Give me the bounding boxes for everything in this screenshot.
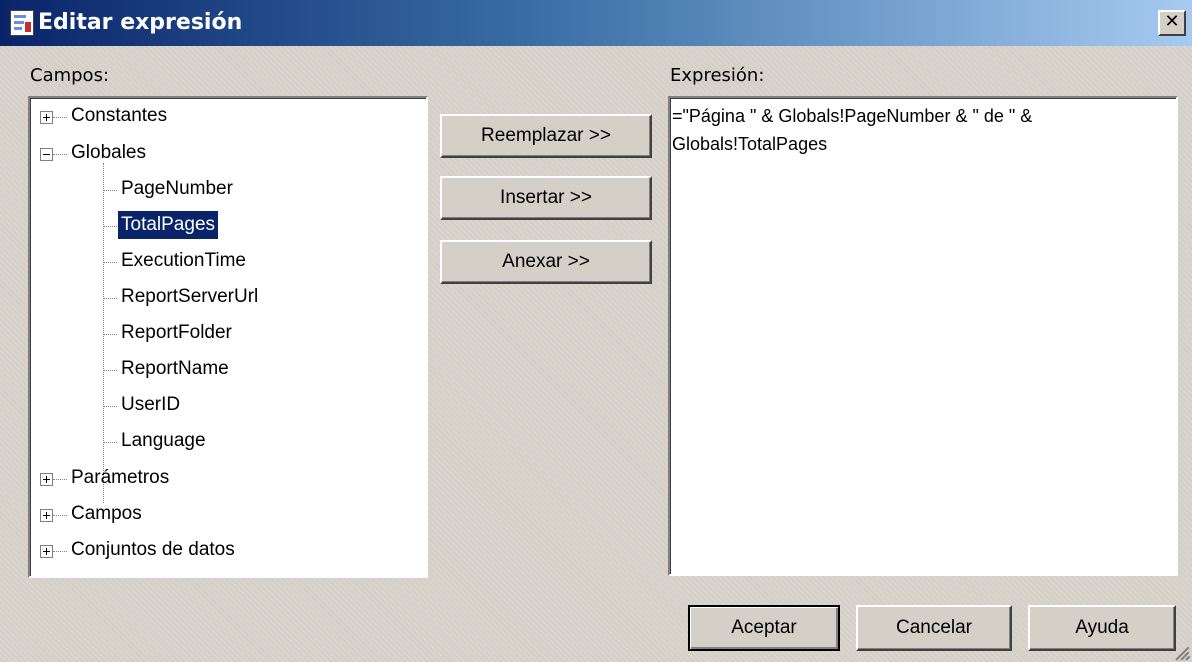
expression-label: Expresión: [670, 65, 765, 86]
fields-tree[interactable]: Constantes Globales PageNumber TotalPage… [28, 96, 428, 578]
plus-icon[interactable] [40, 545, 53, 558]
plus-icon[interactable] [40, 509, 53, 522]
tree-node-userid[interactable]: UserID [118, 391, 183, 419]
report-icon [10, 10, 34, 36]
tree-node-campos[interactable]: Campos [68, 500, 145, 528]
expression-value: ="Página " & Globals!PageNumber & " de "… [672, 106, 1033, 154]
append-button[interactable]: Anexar >> [440, 240, 652, 284]
plus-icon[interactable] [40, 473, 53, 486]
insert-button[interactable]: Insertar >> [440, 176, 652, 220]
cancel-button[interactable]: Cancelar [856, 605, 1012, 651]
plus-icon[interactable] [40, 111, 53, 124]
help-button[interactable]: Ayuda [1028, 605, 1176, 651]
tree-node-conjuntos[interactable]: Conjuntos de datos [68, 536, 238, 564]
tree-node-language[interactable]: Language [118, 427, 209, 455]
tree-node-executiontime[interactable]: ExecutionTime [118, 247, 249, 275]
minus-icon[interactable] [40, 148, 53, 161]
tree-node-constantes[interactable]: Constantes [68, 102, 170, 130]
expression-textarea[interactable]: ="Página " & Globals!PageNumber & " de "… [668, 96, 1178, 576]
resize-grip-icon[interactable] [1172, 642, 1191, 661]
ok-button[interactable]: Aceptar [688, 605, 840, 651]
close-button[interactable]: ✕ [1158, 10, 1186, 36]
fields-label: Campos: [30, 65, 110, 86]
tree-node-totalpages[interactable]: TotalPages [118, 211, 219, 239]
tree-node-parametros[interactable]: Parámetros [68, 464, 172, 492]
tree-node-reportname[interactable]: ReportName [118, 355, 232, 383]
window-title: Editar expresión [38, 10, 243, 35]
tree-node-reportfolder[interactable]: ReportFolder [118, 319, 235, 347]
tree-node-globales[interactable]: Globales [68, 139, 149, 167]
tree-node-pagenumber[interactable]: PageNumber [118, 175, 236, 203]
title-bar[interactable]: Editar expresión ✕ [0, 0, 1192, 46]
replace-button[interactable]: Reemplazar >> [440, 114, 652, 158]
edit-expression-dialog: Editar expresión ✕ Campos: Expresión: Co… [0, 0, 1192, 662]
tree-node-reportserverurl[interactable]: ReportServerUrl [118, 283, 261, 311]
